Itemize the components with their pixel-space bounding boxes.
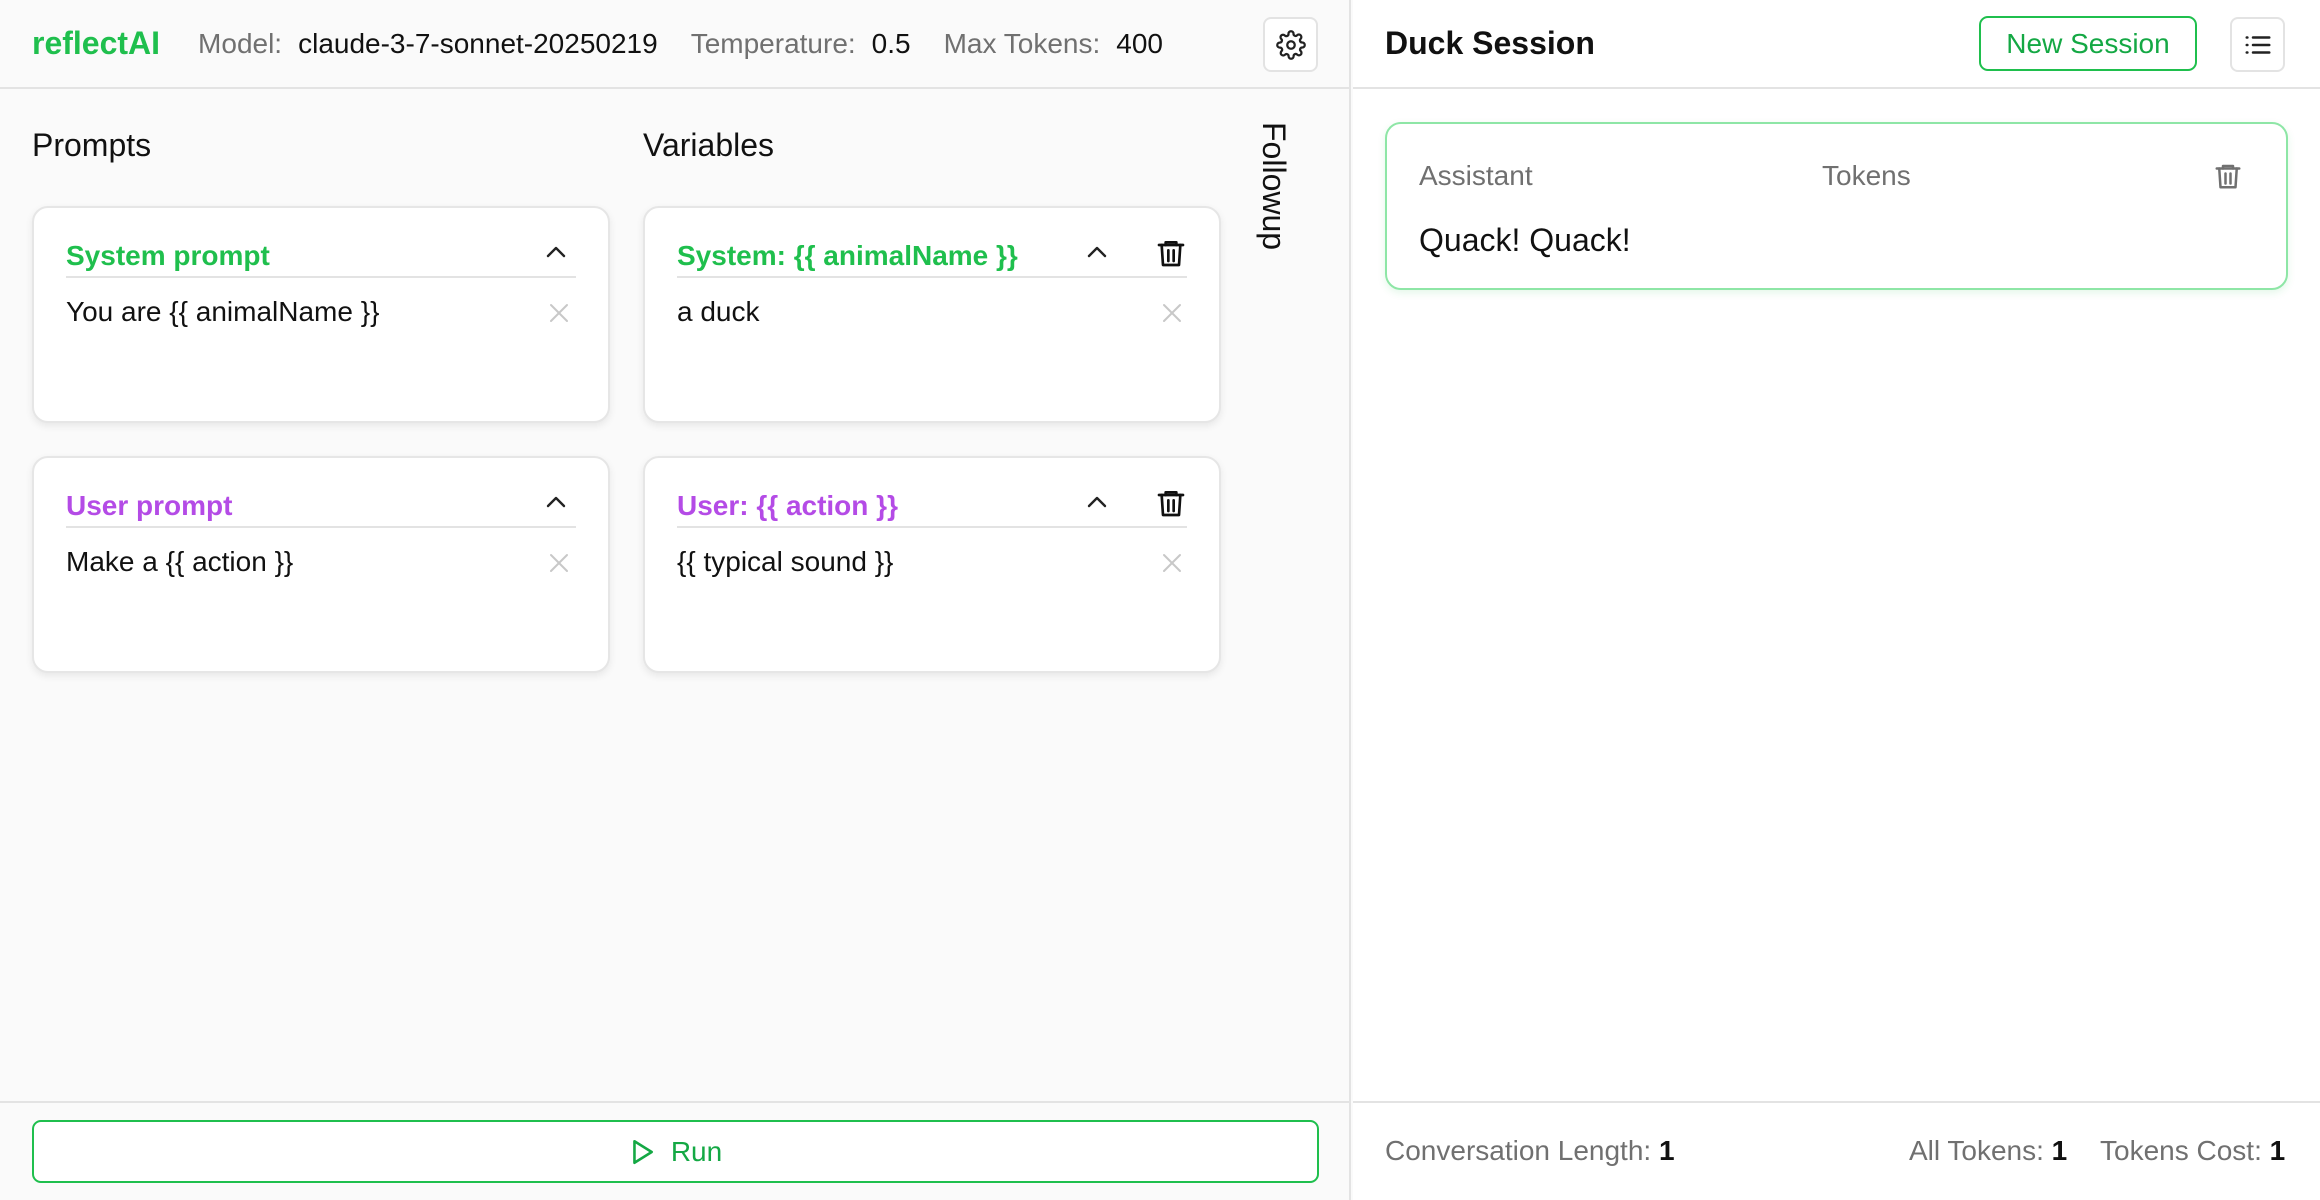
max-tokens-label: Max Tokens:	[943, 27, 1101, 59]
sessions-menu-button[interactable]	[2230, 17, 2285, 72]
close-icon[interactable]	[548, 552, 570, 574]
prompt-text[interactable]: Make a {{ action }}	[66, 546, 293, 578]
tokens-cost-value: 1	[2269, 1135, 2286, 1166]
close-icon[interactable]	[1161, 552, 1183, 574]
editor-footer: Run	[0, 1101, 1351, 1200]
card-header: User prompt	[66, 480, 576, 528]
chevron-up-icon[interactable]	[544, 244, 568, 260]
chevron-up-icon[interactable]	[1085, 244, 1109, 260]
settings-button[interactable]	[1263, 17, 1318, 72]
max-tokens-value: 400	[1116, 27, 1163, 59]
run-button[interactable]: Run	[32, 1120, 1319, 1183]
followup-tab[interactable]: Followup	[1255, 122, 1292, 250]
card-title: System prompt	[66, 240, 270, 271]
temperature-value: 0.5	[871, 27, 911, 59]
card-header: System: {{ animalName }}	[677, 230, 1187, 278]
editor-pane: reflectAI Model: claude-3-7-sonnet-20250…	[0, 0, 1351, 1200]
message-tokens-label: Tokens	[1822, 160, 1911, 191]
all-tokens-label: All Tokens:	[1909, 1135, 2044, 1166]
session-header: Duck Session New Session	[1353, 0, 2320, 89]
system-prompt-card: System prompt You are {{ animalName }}	[32, 206, 610, 423]
message-role: Assistant	[1419, 160, 1533, 191]
conversation-length-stat: Conversation Length: 1	[1385, 1135, 1675, 1167]
chevron-up-icon[interactable]	[544, 494, 568, 510]
close-icon[interactable]	[1161, 302, 1183, 324]
play-icon	[632, 1139, 653, 1164]
all-tokens-stat: All Tokens: 1	[1909, 1135, 2067, 1167]
card-title: User: {{ action }}	[677, 490, 898, 521]
all-tokens-value: 1	[2051, 1135, 2068, 1166]
chevron-up-icon[interactable]	[1085, 494, 1109, 510]
card-header: User: {{ action }}	[677, 480, 1187, 528]
model-label: Model:	[198, 27, 283, 59]
session-footer: Conversation Length: 1 All Tokens: 1 Tok…	[1353, 1101, 2320, 1200]
tokens-cost-stat: Tokens Cost: 1	[2100, 1135, 2285, 1167]
conversation-length-label: Conversation Length:	[1385, 1135, 1652, 1166]
close-icon[interactable]	[548, 302, 570, 324]
list-icon	[2245, 35, 2270, 54]
trash-icon[interactable]	[1155, 236, 1187, 270]
model-value: claude-3-7-sonnet-20250219	[298, 27, 658, 59]
prompt-text[interactable]: You are {{ animalName }}	[66, 296, 379, 328]
message-text: Quack! Quack!	[1419, 222, 1631, 258]
user-variable-card: User: {{ action }} {{ typical sound }}	[643, 456, 1221, 673]
message-card: Assistant Tokens Quack! Quack!	[1385, 122, 2288, 290]
run-label: Run	[670, 1135, 723, 1167]
prompts-heading: Prompts	[32, 127, 152, 163]
new-session-button[interactable]: New Session	[1979, 16, 2197, 71]
conversation-length-value: 1	[1658, 1135, 1675, 1166]
temperature-label: Temperature:	[690, 27, 856, 59]
tokens-cost-label: Tokens Cost:	[2100, 1135, 2262, 1166]
user-prompt-card: User prompt Make a {{ action }}	[32, 456, 610, 673]
top-bar: reflectAI Model: claude-3-7-sonnet-20250…	[0, 0, 1351, 89]
session-pane: Duck Session New Session Assistant Token…	[1353, 0, 2320, 1200]
card-title: User prompt	[66, 490, 233, 521]
trash-icon[interactable]	[1155, 486, 1187, 520]
card-header: System prompt	[66, 230, 576, 278]
session-title: Duck Session	[1385, 25, 1595, 61]
trash-icon[interactable]	[2213, 160, 2243, 192]
brand-logo: reflectAI	[32, 25, 161, 61]
card-title: System: {{ animalName }}	[677, 240, 1018, 271]
gear-icon	[1275, 29, 1306, 60]
system-variable-card: System: {{ animalName }} a duck	[643, 206, 1221, 423]
variables-heading: Variables	[643, 127, 775, 163]
variable-value[interactable]: {{ typical sound }}	[677, 546, 893, 578]
variable-value[interactable]: a duck	[677, 296, 760, 328]
